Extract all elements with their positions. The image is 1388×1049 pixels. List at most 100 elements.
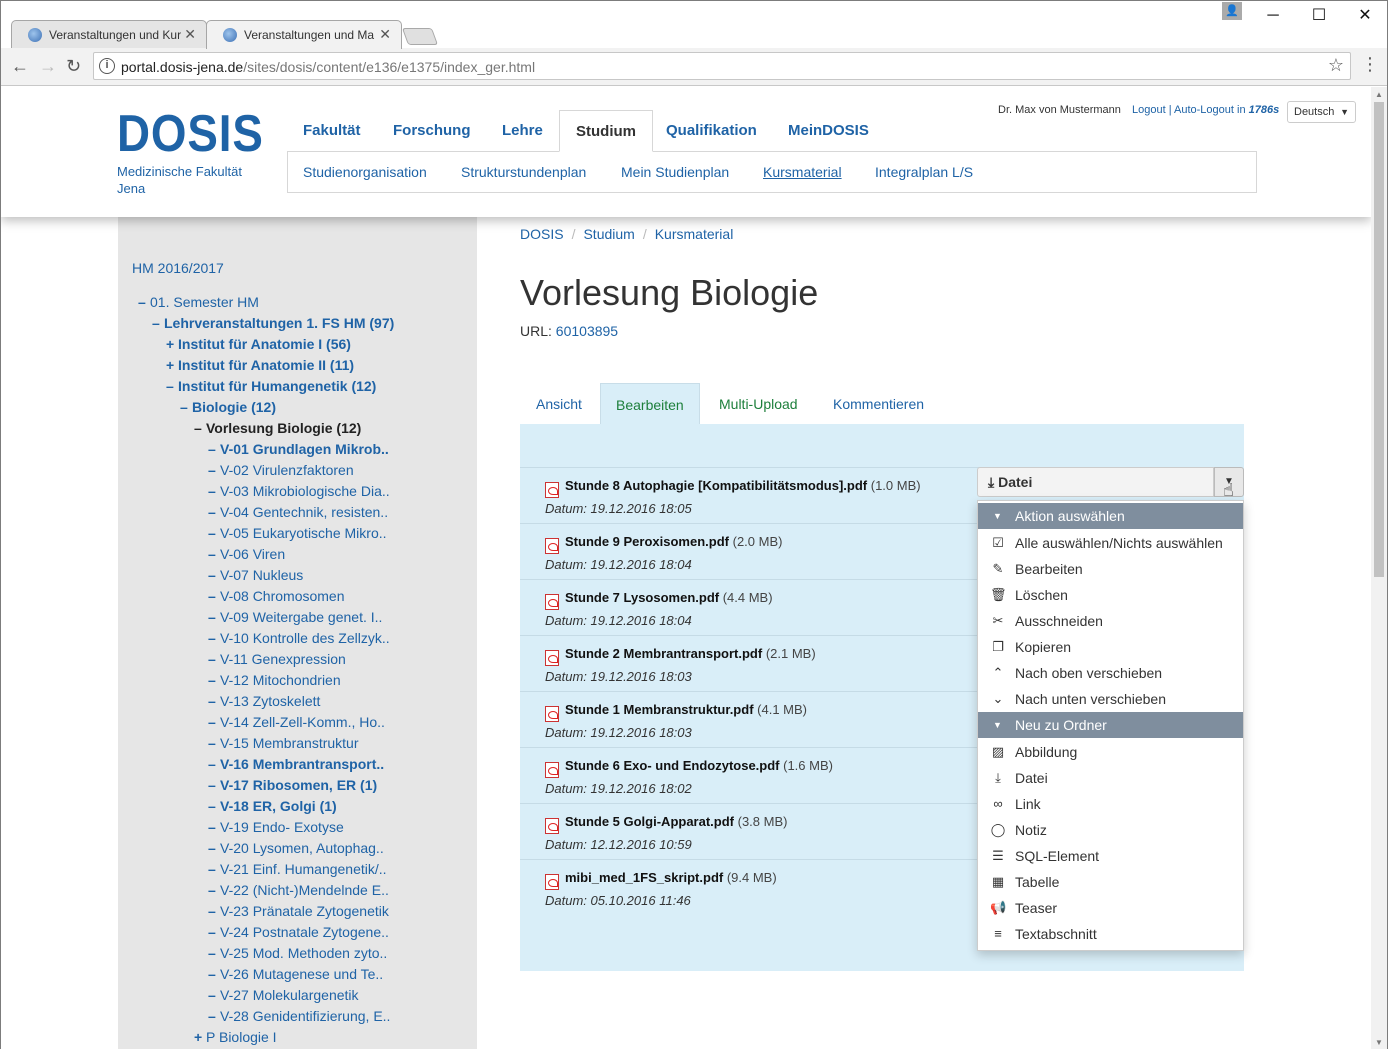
collapse-icon[interactable]: – bbox=[208, 565, 220, 586]
tree-item[interactable]: – V-14 Zell-Zell-Komm., Ho.. bbox=[208, 712, 385, 733]
tree-item[interactable]: + P Biologie I bbox=[194, 1027, 277, 1048]
collapse-icon[interactable]: – bbox=[208, 502, 220, 523]
menu-item[interactable]: ▦ Tabelle bbox=[978, 869, 1243, 895]
tree-item[interactable]: –01. Semester HM bbox=[138, 292, 259, 313]
tree-item[interactable]: – V-18 ER, Golgi (1) bbox=[208, 796, 337, 817]
tab-kommentieren[interactable]: Kommentieren bbox=[833, 383, 924, 425]
forward-icon[interactable]: → bbox=[39, 56, 57, 76]
file-name[interactable]: mibi_med_1FS_skript.pdf (9.4 MB) bbox=[565, 870, 777, 885]
tree-item[interactable]: – V-04 Gentechnik, resisten.. bbox=[208, 502, 388, 523]
collapse-icon[interactable]: – bbox=[208, 460, 220, 481]
tree-item[interactable]: – V-23 Pränatale Zytogenetik bbox=[208, 901, 389, 922]
file-row[interactable]: Stunde 7 Lysosomen.pdf (4.4 MB) Datum: 19… bbox=[520, 579, 980, 635]
expand-icon[interactable]: + bbox=[166, 355, 178, 376]
tab-bearbeiten[interactable]: Bearbeiten bbox=[600, 383, 700, 425]
tree-item[interactable]: – V-24 Postnatale Zytogene.. bbox=[208, 922, 389, 943]
tree-item[interactable]: – V-15 Membranstruktur bbox=[208, 733, 359, 754]
menu-item[interactable]: ⤓ Datei bbox=[978, 765, 1243, 791]
scrollbar[interactable]: ▲ ▼ bbox=[1371, 87, 1387, 1049]
window-close-icon[interactable]: ✕ bbox=[1342, 3, 1388, 29]
menu-item[interactable]: ❐ Kopieren bbox=[978, 634, 1243, 660]
collapse-icon[interactable]: – bbox=[208, 838, 220, 859]
tab-multi-upload[interactable]: Multi-Upload bbox=[719, 383, 798, 425]
collapse-icon[interactable]: – bbox=[180, 397, 192, 418]
collapse-icon[interactable]: – bbox=[208, 439, 220, 460]
collapse-icon[interactable]: – bbox=[208, 670, 220, 691]
subnav-mein-studienplan[interactable]: Mein Studienplan bbox=[621, 164, 729, 180]
tree-item[interactable]: – V-19 Endo- Exotyse bbox=[208, 817, 344, 838]
tree-item[interactable]: + Institut für Anatomie II (11) bbox=[166, 355, 354, 376]
info-icon[interactable]: i bbox=[99, 58, 115, 74]
tree-item[interactable]: – V-22 (Nicht-)Mendelnde E.. bbox=[208, 880, 389, 901]
scroll-down-icon[interactable]: ▼ bbox=[1375, 1038, 1383, 1047]
tree-item[interactable]: – Lehrveranstaltungen 1. FS HM (97) bbox=[152, 313, 394, 334]
scrollbar-thumb[interactable] bbox=[1374, 102, 1384, 577]
browser-menu-icon[interactable]: ⋮ bbox=[1361, 54, 1379, 75]
subnav-studienorganisation[interactable]: Studienorganisation bbox=[303, 164, 427, 180]
breadcrumb-item[interactable]: Studium bbox=[583, 226, 634, 242]
collapse-icon[interactable]: – bbox=[208, 964, 220, 985]
nav-meindosis[interactable]: MeinDOSIS bbox=[788, 110, 869, 152]
maximize-icon[interactable]: ☐ bbox=[1296, 3, 1342, 29]
tree-item[interactable]: – V-17 Ribosomen, ER (1) bbox=[208, 775, 377, 796]
sidebar-year[interactable]: HM 2016/2017 bbox=[132, 260, 224, 276]
collapse-icon[interactable]: – bbox=[208, 880, 220, 901]
collapse-icon[interactable]: – bbox=[208, 628, 220, 649]
collapse-icon[interactable]: – bbox=[208, 691, 220, 712]
tree-item[interactable]: – V-03 Mikrobiologische Dia.. bbox=[208, 481, 390, 502]
url-link[interactable]: 60103895 bbox=[556, 323, 618, 339]
datei-button[interactable]: ⤓ Datei bbox=[977, 467, 1214, 497]
subnav-kursmaterial[interactable]: Kursmaterial bbox=[763, 164, 842, 180]
collapse-icon[interactable]: – bbox=[208, 796, 220, 817]
collapse-icon[interactable]: – bbox=[152, 313, 164, 334]
tab-ansicht[interactable]: Ansicht bbox=[536, 383, 582, 425]
close-icon[interactable]: ✕ bbox=[379, 26, 391, 43]
collapse-icon[interactable]: – bbox=[208, 943, 220, 964]
bookmark-star-icon[interactable]: ☆ bbox=[1328, 55, 1344, 76]
subnav-strukturstundenplan[interactable]: Strukturstundenplan bbox=[461, 164, 586, 180]
tree-item[interactable]: – V-28 Genidentifizierung, E.. bbox=[208, 1006, 390, 1027]
tree-item[interactable]: – V-07 Nukleus bbox=[208, 565, 303, 586]
collapse-icon[interactable]: – bbox=[208, 607, 220, 628]
menu-item[interactable]: ☰ SQL-Element bbox=[978, 843, 1243, 869]
collapse-icon[interactable]: – bbox=[208, 775, 220, 796]
nav-qualifikation[interactable]: Qualifikation bbox=[666, 110, 757, 152]
collapse-icon[interactable]: – bbox=[208, 523, 220, 544]
profile-icon[interactable]: 👤 bbox=[1222, 2, 1242, 20]
subnav-integralplan[interactable]: Integralplan L/S bbox=[875, 164, 973, 180]
menu-item[interactable]: ▨ Abbildung bbox=[978, 739, 1243, 765]
collapse-icon[interactable]: – bbox=[208, 901, 220, 922]
new-tab-button[interactable] bbox=[401, 28, 439, 45]
file-row[interactable]: Stunde 1 Membranstruktur.pdf (4.1 MB) Dat… bbox=[520, 691, 980, 747]
tree-item[interactable]: – V-12 Mitochondrien bbox=[208, 670, 341, 691]
collapse-icon[interactable]: – bbox=[208, 922, 220, 943]
tree-item[interactable]: – Biologie (12) bbox=[180, 397, 276, 418]
collapse-icon[interactable]: – bbox=[208, 481, 220, 502]
menu-group-header[interactable]: ▼ Neu zu Ordner bbox=[978, 712, 1243, 738]
tree-item[interactable]: – Vorlesung Biologie (12) bbox=[194, 418, 361, 439]
file-row[interactable]: Stunde 9 Peroxisomen.pdf (2.0 MB) Datum: … bbox=[520, 523, 980, 579]
collapse-icon[interactable]: – bbox=[194, 418, 206, 439]
tree-item[interactable]: – V-21 Einf. Humangenetik/.. bbox=[208, 859, 387, 880]
collapse-icon[interactable]: – bbox=[208, 712, 220, 733]
menu-item[interactable]: ◯ Notiz bbox=[978, 817, 1243, 843]
tree-item[interactable]: – V-10 Kontrolle des Zellzyk.. bbox=[208, 628, 390, 649]
file-row[interactable]: mibi_med_1FS_skript.pdf (9.4 MB) Datum: 0… bbox=[520, 859, 980, 915]
tree-item[interactable]: – V-01 Grundlagen Mikrob.. bbox=[208, 439, 389, 460]
nav-studium[interactable]: Studium bbox=[559, 110, 653, 152]
logout-link[interactable]: Logout | Auto-Logout in 1786s bbox=[1132, 104, 1279, 116]
logo[interactable]: DOSIS Medizinische Fakultät Jena bbox=[117, 108, 284, 197]
browser-tab-2[interactable]: Veranstaltungen und Ma ✕ bbox=[206, 20, 402, 49]
tree-item[interactable]: – V-11 Genexpression bbox=[208, 649, 346, 670]
tree-item[interactable]: – V-09 Weitergabe genet. I.. bbox=[208, 607, 382, 628]
collapse-icon[interactable]: – bbox=[208, 544, 220, 565]
file-name[interactable]: Stunde 2 Membrantransport.pdf (2.1 MB) bbox=[565, 646, 816, 661]
tree-item[interactable]: – V-20 Lysomen, Autophag.. bbox=[208, 838, 384, 859]
tree-item[interactable]: – V-25 Mod. Methoden zyto.. bbox=[208, 943, 387, 964]
tree-item[interactable]: – V-13 Zytoskelett bbox=[208, 691, 320, 712]
tree-item[interactable]: – V-26 Mutagenese und Te.. bbox=[208, 964, 383, 985]
collapse-icon[interactable]: – bbox=[208, 859, 220, 880]
breadcrumb-item[interactable]: DOSIS bbox=[520, 226, 564, 242]
breadcrumb-item[interactable]: Kursmaterial bbox=[655, 226, 734, 242]
menu-item[interactable]: ✂ Ausschneiden bbox=[978, 608, 1243, 634]
